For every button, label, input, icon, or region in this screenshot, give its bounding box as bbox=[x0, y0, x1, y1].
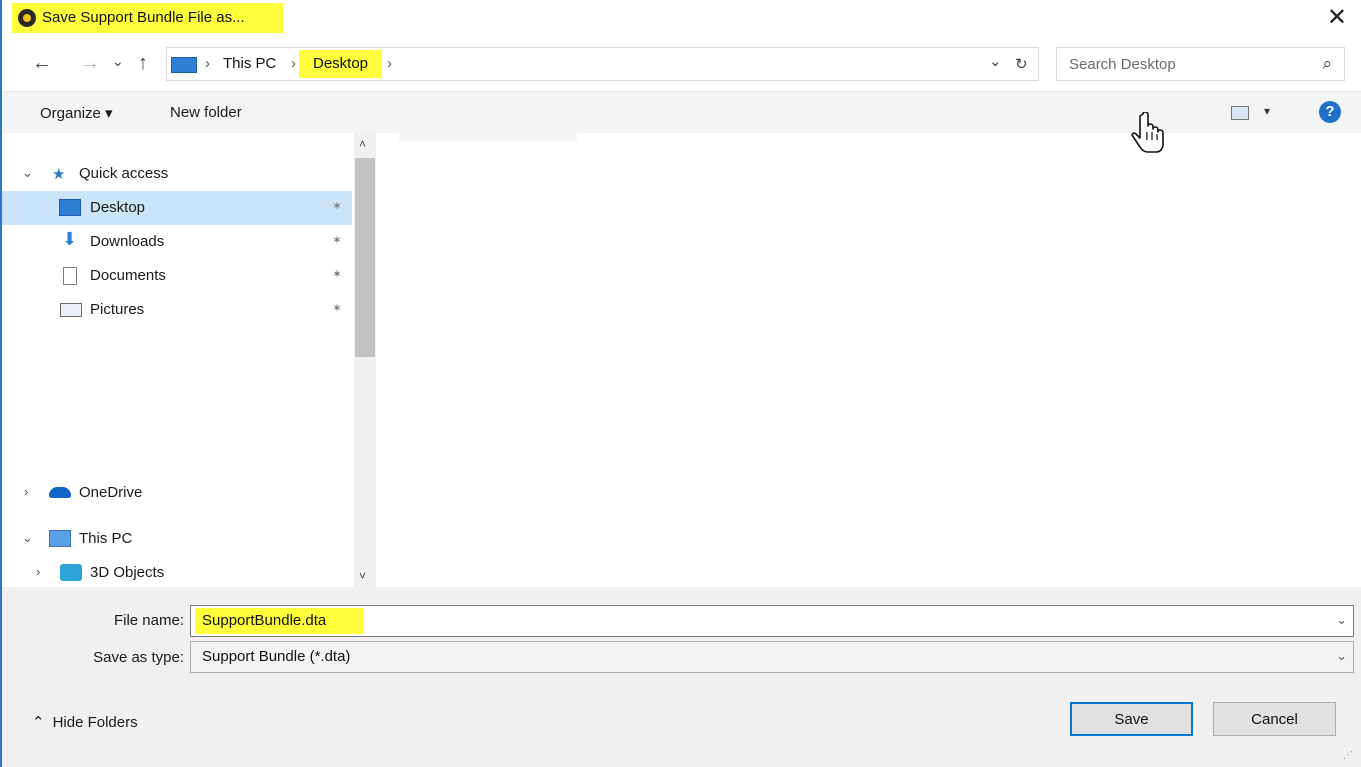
scroll-down-icon[interactable]: ˅ bbox=[359, 569, 366, 583]
navigation-bar: ← → ⌄ ↑ › This PC › Desktop › ⌄ ↻ Search… bbox=[2, 44, 1361, 84]
search-icon[interactable]: ⌕ bbox=[1322, 54, 1332, 74]
tree-item-label: 3D Objects bbox=[90, 564, 165, 581]
expand-chevron-icon[interactable]: ⌄ bbox=[22, 165, 33, 181]
address-dropdown-icon[interactable]: ⌄ bbox=[989, 52, 1002, 70]
file-name-input[interactable]: SupportBundle.dta bbox=[202, 612, 326, 629]
save-as-type-value: Support Bundle (*.dta) bbox=[202, 648, 351, 665]
tree-item-label: Pictures bbox=[90, 301, 145, 318]
cube-3d-icon bbox=[60, 564, 82, 581]
organize-button[interactable]: Organize ▾ bbox=[40, 104, 113, 122]
scroll-up-icon[interactable]: ˄ bbox=[359, 137, 366, 151]
nav-scrollbar[interactable]: ˄ ˅ bbox=[354, 133, 376, 587]
tree-item-pictures[interactable]: Pictures ✶ bbox=[2, 293, 352, 327]
save-as-type-label: Save as type: bbox=[93, 649, 184, 666]
tree-item-onedrive[interactable]: › OneDrive bbox=[2, 476, 352, 510]
tree-item-documents[interactable]: Documents ✶ bbox=[2, 259, 352, 293]
file-name-label: File name: bbox=[113, 612, 184, 629]
tree-item-3d-objects[interactable]: › 3D Objects bbox=[2, 556, 352, 590]
breadcrumb-separator: › bbox=[205, 55, 210, 72]
chevron-up-icon: ⌃ bbox=[32, 714, 45, 731]
tree-item-this-pc[interactable]: ⌄ This PC bbox=[2, 522, 352, 556]
app-icon bbox=[18, 9, 36, 27]
tree-item-desktop[interactable]: Desktop ✶ bbox=[2, 191, 352, 225]
onedrive-cloud-icon bbox=[49, 487, 71, 498]
chevron-down-icon[interactable]: ⌄ bbox=[1336, 648, 1347, 664]
column-header-placeholder bbox=[399, 133, 577, 141]
cancel-button[interactable]: Cancel bbox=[1213, 702, 1336, 736]
tree-item-label: Documents bbox=[90, 267, 166, 284]
pin-icon[interactable]: ✶ bbox=[332, 233, 342, 247]
this-pc-icon bbox=[171, 57, 197, 73]
forward-arrow-icon[interactable]: → bbox=[80, 50, 100, 76]
window-title: Save Support Bundle File as... bbox=[42, 9, 245, 26]
star-icon: ★ bbox=[52, 166, 66, 183]
pin-icon[interactable]: ✶ bbox=[332, 199, 342, 213]
pictures-icon bbox=[60, 303, 82, 317]
search-box[interactable]: Search Desktop ⌕ bbox=[1056, 47, 1345, 81]
collapsed-chevron-icon[interactable]: › bbox=[36, 564, 40, 579]
tree-item-label: OneDrive bbox=[79, 484, 143, 501]
collapsed-chevron-icon[interactable]: › bbox=[24, 484, 28, 499]
tree-item-label: This PC bbox=[79, 530, 133, 547]
breadcrumb-separator: › bbox=[387, 55, 392, 72]
file-list-area[interactable] bbox=[379, 133, 1361, 587]
tree-item-downloads[interactable]: ⬇ Downloads ✶ bbox=[2, 225, 352, 259]
title-bar: Save Support Bundle File as... ✕ bbox=[2, 0, 1361, 36]
new-folder-button[interactable]: New folder bbox=[170, 104, 242, 121]
documents-icon bbox=[63, 267, 77, 285]
breadcrumb-desktop[interactable]: Desktop bbox=[313, 55, 368, 72]
resize-grip-icon[interactable]: ⋰ bbox=[1343, 750, 1353, 761]
file-name-field[interactable]: SupportBundle.dta ⌄ bbox=[190, 605, 1354, 637]
computer-icon bbox=[49, 530, 71, 547]
search-input[interactable]: Search Desktop bbox=[1069, 56, 1176, 73]
hand-cursor-icon bbox=[1131, 112, 1164, 153]
save-as-type-select[interactable]: Support Bundle (*.dta) ⌄ bbox=[190, 641, 1354, 673]
breadcrumb-this-pc[interactable]: This PC bbox=[223, 55, 276, 72]
tree-item-label: Quick access bbox=[79, 165, 169, 182]
hide-folders-label: Hide Folders bbox=[52, 714, 138, 731]
address-bar[interactable]: › This PC › Desktop › ⌄ ↻ bbox=[166, 47, 1039, 81]
view-options-arrow-icon[interactable]: ▾ bbox=[1264, 104, 1270, 118]
tree-item-quick-access[interactable]: ⌄ ★ Quick access bbox=[2, 157, 352, 191]
breadcrumb-separator: › bbox=[291, 55, 296, 72]
pin-icon[interactable]: ✶ bbox=[332, 267, 342, 281]
navigation-pane: ⌄ ★ Quick access Desktop ✶ ⬇ Downloads ✶… bbox=[2, 133, 378, 587]
tree-item-label: Desktop bbox=[90, 199, 146, 216]
save-dialog: Save Support Bundle File as... ✕ ← → ⌄ ↑… bbox=[0, 0, 1361, 767]
save-button[interactable]: Save bbox=[1070, 702, 1193, 736]
expand-chevron-icon[interactable]: ⌄ bbox=[22, 530, 33, 546]
help-icon[interactable]: ? bbox=[1319, 101, 1341, 123]
pin-icon[interactable]: ✶ bbox=[332, 301, 342, 315]
download-icon: ⬇ bbox=[62, 229, 78, 249]
change-view-icon[interactable] bbox=[1231, 106, 1249, 120]
hide-folders-button[interactable]: ⌃ Hide Folders bbox=[32, 713, 138, 731]
up-arrow-icon[interactable]: ↑ bbox=[138, 50, 148, 76]
chevron-down-icon[interactable]: ⌄ bbox=[1336, 612, 1347, 628]
back-arrow-icon[interactable]: ← bbox=[32, 50, 52, 76]
save-options-panel: File name: SupportBundle.dta ⌄ Save as t… bbox=[2, 587, 1361, 767]
close-icon[interactable]: ✕ bbox=[1327, 4, 1347, 32]
recent-locations-icon[interactable]: ⌄ bbox=[112, 48, 124, 74]
scroll-thumb[interactable] bbox=[355, 158, 375, 357]
desktop-icon bbox=[59, 199, 81, 216]
tree-item-label: Downloads bbox=[90, 233, 165, 250]
refresh-icon[interactable]: ↻ bbox=[1015, 55, 1028, 73]
